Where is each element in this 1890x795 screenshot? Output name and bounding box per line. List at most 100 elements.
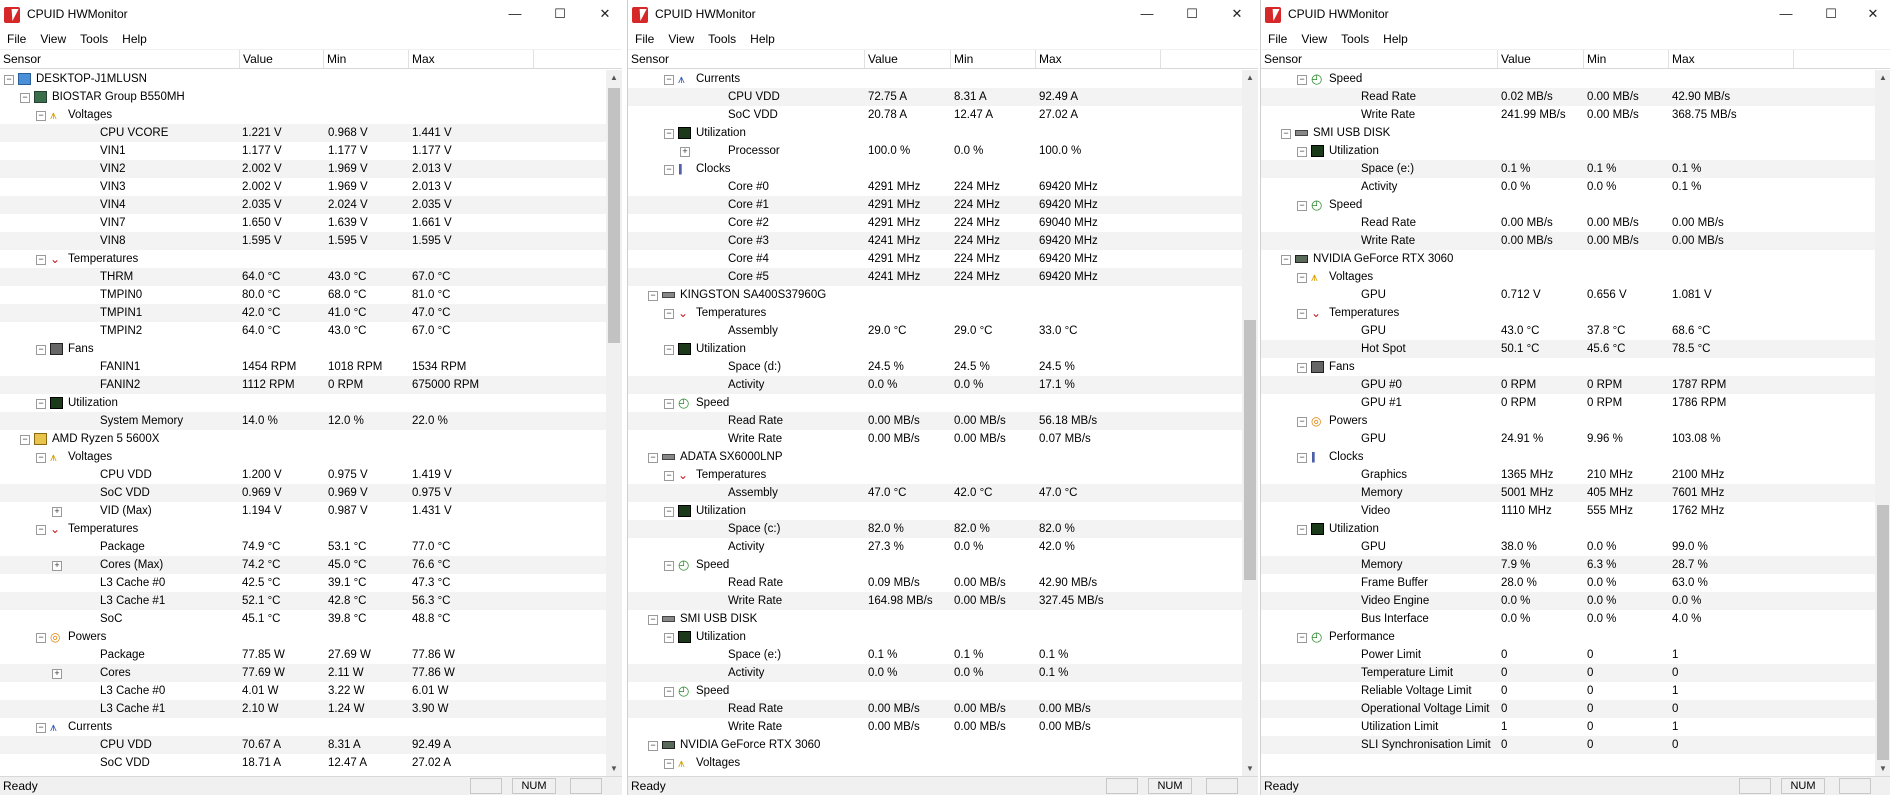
scroll-thumb[interactable]	[1244, 320, 1256, 580]
menu-view[interactable]: View	[661, 29, 701, 49]
sensor-row[interactable]: Hot Spot 50.1 °C 45.6 °C 78.5 °C	[1261, 340, 1875, 358]
column-sensor[interactable]: Sensor	[628, 50, 865, 68]
sensor-row[interactable]: Read Rate 0.09 MB/s 0.00 MB/s 42.90 MB/s	[628, 574, 1242, 592]
sensor-group-row[interactable]: − Utilization	[628, 628, 1242, 646]
column-min[interactable]: Min	[1584, 50, 1669, 68]
collapse-icon[interactable]: −	[36, 723, 46, 733]
sensor-row[interactable]: THRM 64.0 °C 43.0 °C 67.0 °C	[0, 268, 606, 286]
sensor-group-row[interactable]: − NVIDIA GeForce RTX 3060	[1261, 250, 1875, 268]
sensor-group-row[interactable]: − ⌄ Temperatures	[628, 304, 1242, 322]
sensor-row[interactable]: Activity 27.3 % 0.0 % 42.0 %	[628, 538, 1242, 556]
scroll-thumb[interactable]	[1877, 505, 1889, 760]
close-icon[interactable]: ✕	[1222, 4, 1252, 24]
sensor-row[interactable]: L3 Cache #0 42.5 °C 39.1 °C 47.3 °C	[0, 574, 606, 592]
sensor-row[interactable]: CPU VDD 70.67 A 8.31 A 92.49 A	[0, 736, 606, 754]
collapse-icon[interactable]: −	[1297, 363, 1307, 373]
scroll-thumb[interactable]	[608, 88, 620, 343]
sensor-row[interactable]: SoC VDD 20.78 A 12.47 A 27.02 A	[628, 106, 1242, 124]
sensor-row[interactable]: Write Rate 0.00 MB/s 0.00 MB/s 0.00 MB/s	[628, 718, 1242, 736]
collapse-icon[interactable]: −	[1297, 75, 1307, 85]
sensor-row[interactable]: L3 Cache #1 52.1 °C 42.8 °C 56.3 °C	[0, 592, 606, 610]
sensor-group-row[interactable]: − ◴ Speed	[1261, 70, 1875, 88]
column-max[interactable]: Max	[1669, 50, 1794, 68]
sensor-row[interactable]: GPU 24.91 % 9.96 % 103.08 %	[1261, 430, 1875, 448]
sensor-group-row[interactable]: − Utilization	[628, 340, 1242, 358]
sensor-row[interactable]: VIN2 2.002 V 1.969 V 2.013 V	[0, 160, 606, 178]
sensor-row[interactable]: Operational Voltage Limit 0 0 0	[1261, 700, 1875, 718]
sensor-group-row[interactable]: − Utilization	[628, 124, 1242, 142]
sensor-group-row[interactable]: − KINGSTON SA400S37960G	[628, 286, 1242, 304]
sensor-row[interactable]: Read Rate 0.00 MB/s 0.00 MB/s 0.00 MB/s	[1261, 214, 1875, 232]
maximize-icon[interactable]: ☐	[1816, 4, 1846, 24]
sensor-row[interactable]: VIN8 1.595 V 1.595 V 1.595 V	[0, 232, 606, 250]
sensor-group-row[interactable]: − SMI USB DISK	[628, 610, 1242, 628]
sensor-group-row[interactable]: − ⌄ Temperatures	[0, 520, 606, 538]
sensor-row[interactable]: Core #3 4241 MHz 224 MHz 69420 MHz	[628, 232, 1242, 250]
collapse-icon[interactable]: −	[36, 399, 46, 409]
collapse-icon[interactable]: −	[36, 111, 46, 121]
sensor-row[interactable]: CPU VDD 1.200 V 0.975 V 1.419 V	[0, 466, 606, 484]
collapse-icon[interactable]: −	[664, 345, 674, 355]
sensor-group-row[interactable]: − ◴ Speed	[628, 556, 1242, 574]
collapse-icon[interactable]: −	[36, 453, 46, 463]
menu-tools[interactable]: Tools	[73, 29, 115, 49]
sensor-group-row[interactable]: − ⌄ Temperatures	[1261, 304, 1875, 322]
collapse-icon[interactable]: −	[664, 507, 674, 517]
collapse-icon[interactable]: −	[1297, 201, 1307, 211]
menu-help[interactable]: Help	[115, 29, 154, 49]
sensor-row[interactable]: Core #1 4291 MHz 224 MHz 69420 MHz	[628, 196, 1242, 214]
sensor-row[interactable]: Space (d:) 24.5 % 24.5 % 24.5 %	[628, 358, 1242, 376]
scroll-down-icon[interactable]: ▼	[606, 761, 622, 777]
sensor-row[interactable]: System Memory 14.0 % 12.0 % 22.0 %	[0, 412, 606, 430]
sensor-row[interactable]: GPU 43.0 °C 37.8 °C 68.6 °C	[1261, 322, 1875, 340]
vertical-scrollbar[interactable]: ▲ ▼	[606, 70, 622, 777]
expand-icon[interactable]: +	[52, 507, 62, 517]
collapse-icon[interactable]: −	[36, 255, 46, 265]
sensor-group-row[interactable]: − ADATA SX6000LNP	[628, 448, 1242, 466]
sensor-row[interactable]: Core #0 4291 MHz 224 MHz 69420 MHz	[628, 178, 1242, 196]
sensor-row[interactable]: CPU VDD 72.75 A 8.31 A 92.49 A	[628, 88, 1242, 106]
sensor-group-row[interactable]: − BIOSTAR Group B550MH	[0, 88, 606, 106]
collapse-icon[interactable]: −	[36, 633, 46, 643]
sensor-row[interactable]: Space (e:) 0.1 % 0.1 % 0.1 %	[628, 646, 1242, 664]
collapse-icon[interactable]: −	[1297, 273, 1307, 283]
sensor-row[interactable]: Read Rate 0.02 MB/s 0.00 MB/s 42.90 MB/s	[1261, 88, 1875, 106]
sensor-row[interactable]: Package 77.85 W 27.69 W 77.86 W	[0, 646, 606, 664]
column-value[interactable]: Value	[865, 50, 951, 68]
maximize-icon[interactable]: ☐	[545, 4, 575, 24]
sensor-group-row[interactable]: − ⩚ Voltages	[1261, 268, 1875, 286]
sensor-row[interactable]: Memory 7.9 % 6.3 % 28.7 %	[1261, 556, 1875, 574]
sensor-row[interactable]: Core #4 4291 MHz 224 MHz 69420 MHz	[628, 250, 1242, 268]
menu-tools[interactable]: Tools	[1334, 29, 1376, 49]
sensor-group-row[interactable]: − ⩚ Currents	[628, 70, 1242, 88]
collapse-icon[interactable]: −	[1297, 633, 1307, 643]
collapse-icon[interactable]: −	[1297, 525, 1307, 535]
sensor-group-row[interactable]: − ⩚ Voltages	[0, 448, 606, 466]
sensor-row[interactable]: Reliable Voltage Limit 0 0 1	[1261, 682, 1875, 700]
column-min[interactable]: Min	[324, 50, 409, 68]
collapse-icon[interactable]: −	[664, 687, 674, 697]
close-icon[interactable]: ✕	[590, 4, 620, 24]
sensor-row[interactable]: VIN3 2.002 V 1.969 V 2.013 V	[0, 178, 606, 196]
scroll-up-icon[interactable]: ▲	[1242, 70, 1258, 86]
sensor-group-row[interactable]: − ◴ Speed	[628, 682, 1242, 700]
sensor-row[interactable]: Utilization Limit 1 0 1	[1261, 718, 1875, 736]
sensor-row[interactable]: Space (c:) 82.0 % 82.0 % 82.0 %	[628, 520, 1242, 538]
sensor-row[interactable]: Core #5 4241 MHz 224 MHz 69420 MHz	[628, 268, 1242, 286]
collapse-icon[interactable]: −	[664, 561, 674, 571]
sensor-group-row[interactable]: − ⌄ Temperatures	[628, 466, 1242, 484]
collapse-icon[interactable]: −	[664, 165, 674, 175]
column-min[interactable]: Min	[951, 50, 1036, 68]
collapse-icon[interactable]: −	[664, 75, 674, 85]
column-sensor[interactable]: Sensor	[1261, 50, 1498, 68]
title-bar[interactable]: CPUID HWMonitor — ☐ ✕	[1261, 0, 1890, 29]
collapse-icon[interactable]: −	[648, 741, 658, 751]
collapse-icon[interactable]: −	[36, 345, 46, 355]
sensor-row[interactable]: VIN1 1.177 V 1.177 V 1.177 V	[0, 142, 606, 160]
sensor-group-row[interactable]: − ||| Clocks	[1261, 448, 1875, 466]
expand-icon[interactable]: +	[52, 669, 62, 679]
column-value[interactable]: Value	[1498, 50, 1584, 68]
sensor-row[interactable]: L3 Cache #1 2.10 W 1.24 W 3.90 W	[0, 700, 606, 718]
vertical-scrollbar[interactable]: ▲ ▼	[1242, 70, 1258, 777]
collapse-icon[interactable]: −	[664, 399, 674, 409]
